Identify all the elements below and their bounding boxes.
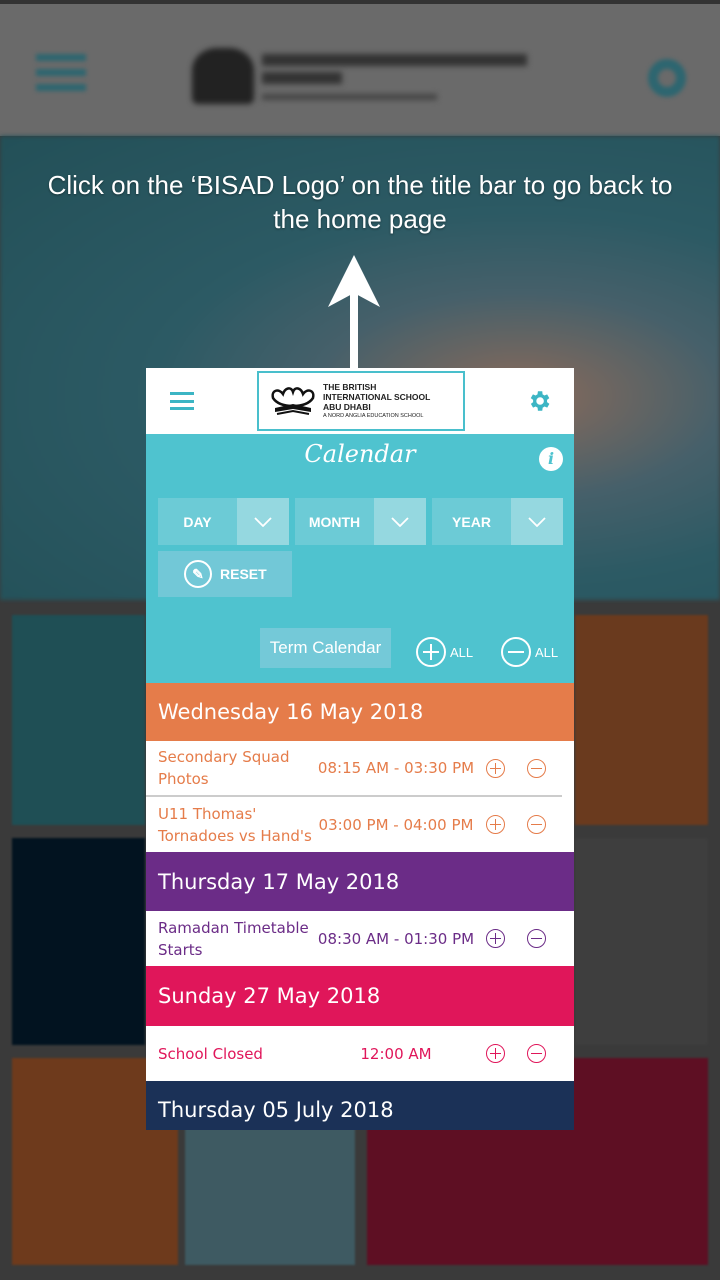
collapse-all-label: ALL (535, 644, 559, 660)
logo-tagline: A NORD ANGLIA EDUCATION SCHOOL (323, 413, 424, 419)
school-crest-icon (271, 387, 315, 415)
hide-event-icon[interactable] (527, 929, 546, 948)
add-event-icon[interactable] (486, 759, 505, 778)
reset-label: RESET (220, 566, 267, 582)
event-time: 03:00 PM - 04:00 PM (318, 815, 474, 834)
add-event-icon[interactable] (486, 929, 505, 948)
expand-all-button[interactable]: ALL (416, 637, 473, 667)
calendar-filter-panel: Calendar i DAY MONTH YEAR ✎ RESET Term C… (146, 434, 574, 683)
background-logo-text (262, 94, 437, 100)
expand-all-label: ALL (450, 644, 474, 660)
calendar-screen: THE BRITISH INTERNATIONAL SCHOOL ABU DHA… (146, 368, 574, 1130)
logo-line-1: THE BRITISH (323, 382, 377, 392)
day-header[interactable]: Thursday 17 May 2018 (146, 852, 574, 911)
hide-event-icon[interactable] (527, 815, 546, 834)
event-name: Ramadan Timetable Starts (158, 918, 309, 959)
arrow-up-icon (328, 255, 380, 370)
event-time: 08:15 AM - 03:30 PM (317, 759, 475, 777)
event-name: Secondary Squad Photos (158, 748, 290, 788)
background-title-bar (0, 0, 720, 136)
day-dropdown-label: DAY (158, 498, 237, 545)
info-icon[interactable]: i (539, 447, 563, 471)
hide-event-icon[interactable] (527, 1044, 546, 1063)
event-row[interactable]: Ramadan Timetable Starts 08:30 AM - 01:3… (146, 911, 574, 966)
bisad-logo-button[interactable]: THE BRITISH INTERNATIONAL SCHOOL ABU DHA… (257, 371, 465, 431)
day-header[interactable]: Sunday 27 May 2018 (146, 966, 574, 1026)
event-row[interactable]: U11 Thomas' Tornadoes vs Hand's 03:00 PM… (146, 797, 574, 852)
logo-line-3: ABU DHABI (323, 402, 371, 412)
instruction-text: Click on the ‘BISAD Logo’ on the title b… (47, 170, 673, 234)
background-gear-icon (648, 59, 686, 97)
event-time: 12:00 AM (360, 1044, 432, 1063)
day-header[interactable]: Wednesday 16 May 2018 (146, 683, 574, 741)
chevron-down-icon[interactable] (511, 498, 563, 545)
hamburger-icon[interactable] (170, 392, 194, 410)
event-name: School Closed (158, 1044, 263, 1063)
plus-circle-icon (416, 637, 446, 667)
add-event-icon[interactable] (486, 815, 505, 834)
chevron-down-icon[interactable] (237, 498, 289, 545)
event-name: U11 Thomas' Tornadoes vs Hand's (158, 804, 312, 845)
background-tile (575, 615, 708, 825)
event-row[interactable]: School Closed 12:00 AM (146, 1026, 574, 1081)
event-row[interactable]: Secondary Squad Photos 08:15 AM - 03:30 … (146, 741, 574, 795)
background-tile (12, 838, 145, 1045)
minus-circle-icon (501, 637, 531, 667)
background-tile (575, 838, 708, 1045)
background-logo-text (262, 72, 342, 84)
year-dropdown[interactable]: YEAR (432, 498, 563, 545)
month-dropdown-label: MONTH (295, 498, 374, 545)
reset-button[interactable]: ✎ RESET (158, 551, 292, 597)
background-logo-crest (192, 48, 254, 104)
day-header[interactable]: Thursday 05 July 2018 (146, 1081, 574, 1130)
event-time: 08:30 AM - 01:30 PM (317, 929, 475, 948)
background-hamburger-icon (36, 54, 86, 94)
month-dropdown[interactable]: MONTH (295, 498, 426, 545)
year-dropdown-label: YEAR (432, 498, 511, 545)
day-dropdown[interactable]: DAY (158, 498, 289, 545)
term-calendar-button[interactable]: Term Calendar (260, 628, 391, 668)
hide-event-icon[interactable] (527, 759, 546, 778)
logo-line-2: INTERNATIONAL SCHOOL (323, 392, 431, 402)
title-bar: THE BRITISH INTERNATIONAL SCHOOL ABU DHA… (146, 368, 574, 434)
collapse-all-button[interactable]: ALL (501, 637, 558, 667)
page-title: Calendar (304, 440, 416, 468)
add-event-icon[interactable] (486, 1044, 505, 1063)
background-logo-text (262, 54, 527, 66)
gear-icon[interactable] (526, 388, 552, 414)
chevron-down-icon[interactable] (374, 498, 426, 545)
brush-icon: ✎ (184, 560, 212, 588)
background-tile (12, 615, 145, 825)
